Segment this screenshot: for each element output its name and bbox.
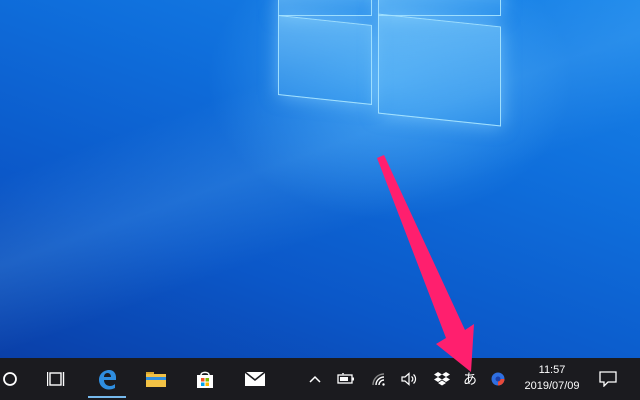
mail-icon (244, 371, 266, 386)
task-view-button[interactable] (38, 358, 76, 400)
battery-button[interactable] (336, 370, 356, 388)
dropbox-button[interactable] (432, 370, 452, 388)
ime-indicator-button[interactable]: あ (460, 370, 480, 388)
taskbar: あ 11:57 2019/07/09 (0, 358, 640, 400)
wifi-icon (372, 373, 385, 386)
ime-mode-label: あ (463, 372, 477, 388)
task-view-icon (47, 372, 65, 386)
mail-button[interactable] (236, 358, 274, 400)
circle-icon (3, 372, 17, 386)
folder-icon (146, 372, 166, 387)
clock-date: 2019/07/09 (524, 380, 580, 392)
windows-logo-pane-top-left (278, 0, 372, 16)
edge-active-indicator (88, 396, 126, 398)
colored-circle-icon (491, 372, 505, 386)
chevron-up-icon (309, 375, 321, 383)
file-explorer-button[interactable] (137, 358, 175, 400)
speaker-icon (401, 372, 417, 386)
windows-logo-pane-top-right (378, 0, 501, 16)
battery-icon (337, 373, 354, 384)
store-button[interactable] (186, 358, 224, 400)
clock[interactable]: 11:57 2019/07/09 (520, 362, 584, 396)
edge-button[interactable] (88, 358, 126, 400)
store-bag-icon (197, 371, 213, 388)
action-center-icon (599, 371, 617, 387)
clock-time: 11:57 (538, 364, 566, 376)
desktop-wallpaper (0, 0, 640, 358)
dropbox-icon (434, 372, 450, 386)
windows-logo-pane-bottom-left (278, 15, 372, 105)
cortana-button[interactable] (0, 358, 20, 400)
app-tray-button[interactable] (488, 370, 508, 388)
edge-icon (99, 370, 116, 390)
network-button[interactable] (369, 370, 389, 388)
volume-button[interactable] (400, 370, 420, 388)
windows-logo-pane-bottom-right (378, 13, 501, 127)
action-center-button[interactable] (594, 358, 622, 400)
show-hidden-icons-button[interactable] (305, 370, 325, 388)
